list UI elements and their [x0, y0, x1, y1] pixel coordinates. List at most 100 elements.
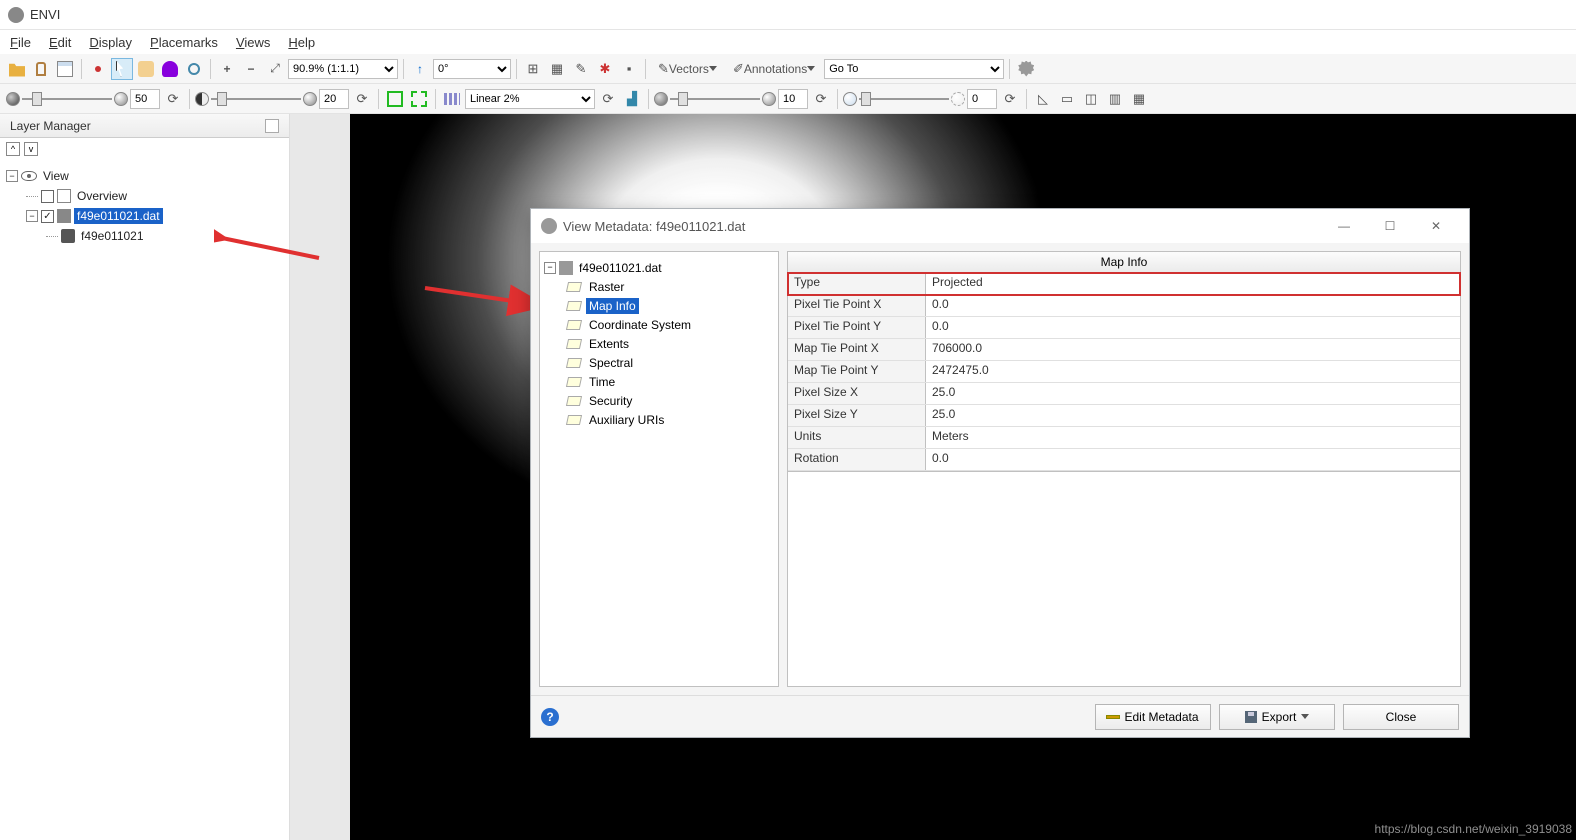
props-row[interactable]: Map Tie Point Y2472475.0: [788, 361, 1460, 383]
props-row[interactable]: Pixel Size X25.0: [788, 383, 1460, 405]
view-button-3[interactable]: ▥: [1104, 88, 1126, 110]
north-up-button[interactable]: [409, 58, 431, 80]
slider-knob[interactable]: [217, 92, 227, 106]
help-button[interactable]: ?: [541, 708, 559, 726]
meta-tree-item[interactable]: Time: [544, 372, 774, 391]
menu-views[interactable]: Views: [236, 35, 270, 50]
sharpen-value[interactable]: [778, 89, 808, 109]
prop-value: 0.0: [926, 449, 1460, 470]
brightness-slider[interactable]: [6, 92, 128, 106]
portal-button[interactable]: ◺: [1032, 88, 1054, 110]
fly-tool-button[interactable]: [159, 58, 181, 80]
roi-button[interactable]: ✱: [594, 58, 616, 80]
expander-icon[interactable]: −: [6, 170, 18, 182]
brightness-value[interactable]: [130, 89, 160, 109]
expand-button[interactable]: v: [24, 142, 38, 156]
refresh-sharpen-button[interactable]: ⟳: [810, 88, 832, 110]
zoom-combo[interactable]: 90.9% (1:1.1): [288, 59, 398, 79]
zoom-fit-button[interactable]: [264, 58, 286, 80]
meta-tree-item[interactable]: Map Info: [544, 296, 774, 315]
button-label: Edit Metadata: [1124, 710, 1198, 724]
meta-tree-item[interactable]: Security: [544, 391, 774, 410]
tree-node-view[interactable]: − View: [6, 166, 283, 186]
histogram-button[interactable]: [441, 88, 463, 110]
slider-knob[interactable]: [861, 92, 871, 106]
maximize-button[interactable]: ☐: [1367, 211, 1413, 241]
open-button[interactable]: [6, 58, 28, 80]
menu-edit[interactable]: Edit: [49, 35, 71, 50]
minimize-button[interactable]: —: [1321, 211, 1367, 241]
meta-tree-item[interactable]: Spectral: [544, 353, 774, 372]
close-dialog-button[interactable]: Close: [1343, 704, 1459, 730]
annotations-dropdown[interactable]: ✐ Annotations: [726, 58, 822, 80]
meta-tree-root[interactable]: − f49e011021.dat: [544, 258, 774, 277]
preferences-button[interactable]: [1015, 58, 1037, 80]
pin-panel-button[interactable]: [265, 119, 279, 133]
stretch-combo[interactable]: Linear 2%: [465, 89, 595, 109]
box-dashed-icon: [411, 91, 427, 107]
contrast-value[interactable]: [319, 89, 349, 109]
props-row[interactable]: Rotation0.0: [788, 449, 1460, 471]
dialog-title-bar[interactable]: View Metadata: f49e011021.dat — ☐ ✕: [531, 209, 1469, 243]
view-button-2[interactable]: ◫: [1080, 88, 1102, 110]
chip-button[interactable]: ▪: [618, 58, 640, 80]
transparency-value[interactable]: [967, 89, 997, 109]
menu-file[interactable]: File: [10, 35, 31, 50]
collapse-button[interactable]: ^: [6, 142, 20, 156]
refresh-brightness-button[interactable]: ⟳: [162, 88, 184, 110]
select-tool-button[interactable]: [111, 58, 133, 80]
tree-label: Time: [586, 374, 618, 390]
edit-metadata-button[interactable]: Edit Metadata: [1095, 704, 1211, 730]
separator: [210, 59, 211, 79]
meta-tree-item[interactable]: Extents: [544, 334, 774, 353]
export-button[interactable]: Export: [1219, 704, 1335, 730]
view-button-4[interactable]: ▦: [1128, 88, 1150, 110]
expander-icon[interactable]: −: [26, 210, 38, 222]
props-row[interactable]: UnitsMeters: [788, 427, 1460, 449]
refresh-stretch-button[interactable]: ⟳: [597, 88, 619, 110]
prop-value: 706000.0: [926, 339, 1460, 360]
mensuration-button[interactable]: ✎: [570, 58, 592, 80]
stretch-view-button[interactable]: [408, 88, 430, 110]
goto-combo[interactable]: Go To: [824, 59, 1004, 79]
refresh-contrast-button[interactable]: ⟳: [351, 88, 373, 110]
crosshair-button[interactable]: ⊞: [522, 58, 544, 80]
rotation-combo[interactable]: 0°: [433, 59, 511, 79]
clipboard-button[interactable]: [30, 58, 52, 80]
zoom-in-button[interactable]: [216, 58, 238, 80]
checkbox[interactable]: [41, 190, 54, 203]
refresh-transparency-button[interactable]: ⟳: [999, 88, 1021, 110]
meta-tree-item[interactable]: Raster: [544, 277, 774, 296]
rotate-tool-button[interactable]: [183, 58, 205, 80]
stretch-extent-button[interactable]: [384, 88, 406, 110]
slider-knob[interactable]: [678, 92, 688, 106]
menu-display[interactable]: Display: [89, 35, 132, 50]
menu-placemarks[interactable]: Placemarks: [150, 35, 218, 50]
zoom-out-button[interactable]: [240, 58, 262, 80]
checkbox[interactable]: [41, 210, 54, 223]
props-row[interactable]: Pixel Tie Point Y0.0: [788, 317, 1460, 339]
transparency-slider[interactable]: [843, 92, 965, 106]
contrast-slider[interactable]: [195, 92, 317, 106]
pan-tool-button[interactable]: [135, 58, 157, 80]
props-row[interactable]: TypeProjected: [788, 273, 1460, 295]
cursor-value-button[interactable]: ▦: [546, 58, 568, 80]
meta-tree-item[interactable]: Coordinate System: [544, 315, 774, 334]
expander-icon[interactable]: −: [544, 262, 556, 274]
sharpen-slider[interactable]: [654, 92, 776, 106]
slider-knob[interactable]: [32, 92, 42, 106]
stretch-hist-button[interactable]: ▟: [621, 88, 643, 110]
close-button[interactable]: ✕: [1413, 211, 1459, 241]
tree-node-overview[interactable]: Overview: [6, 186, 283, 206]
view-button-1[interactable]: ▭: [1056, 88, 1078, 110]
vectors-dropdown[interactable]: ✎ Vectors: [651, 58, 724, 80]
menu-help[interactable]: Help: [288, 35, 315, 50]
props-row[interactable]: Pixel Tie Point X0.0: [788, 295, 1460, 317]
props-row[interactable]: Map Tie Point X706000.0: [788, 339, 1460, 361]
meta-tree-item[interactable]: Auxiliary URIs: [544, 410, 774, 429]
tree-node-band[interactable]: f49e011021: [6, 226, 283, 246]
tree-node-file[interactable]: − f49e011021.dat: [6, 206, 283, 226]
data-manager-button[interactable]: [54, 58, 76, 80]
pin-button[interactable]: [87, 58, 109, 80]
props-row[interactable]: Pixel Size Y25.0: [788, 405, 1460, 427]
